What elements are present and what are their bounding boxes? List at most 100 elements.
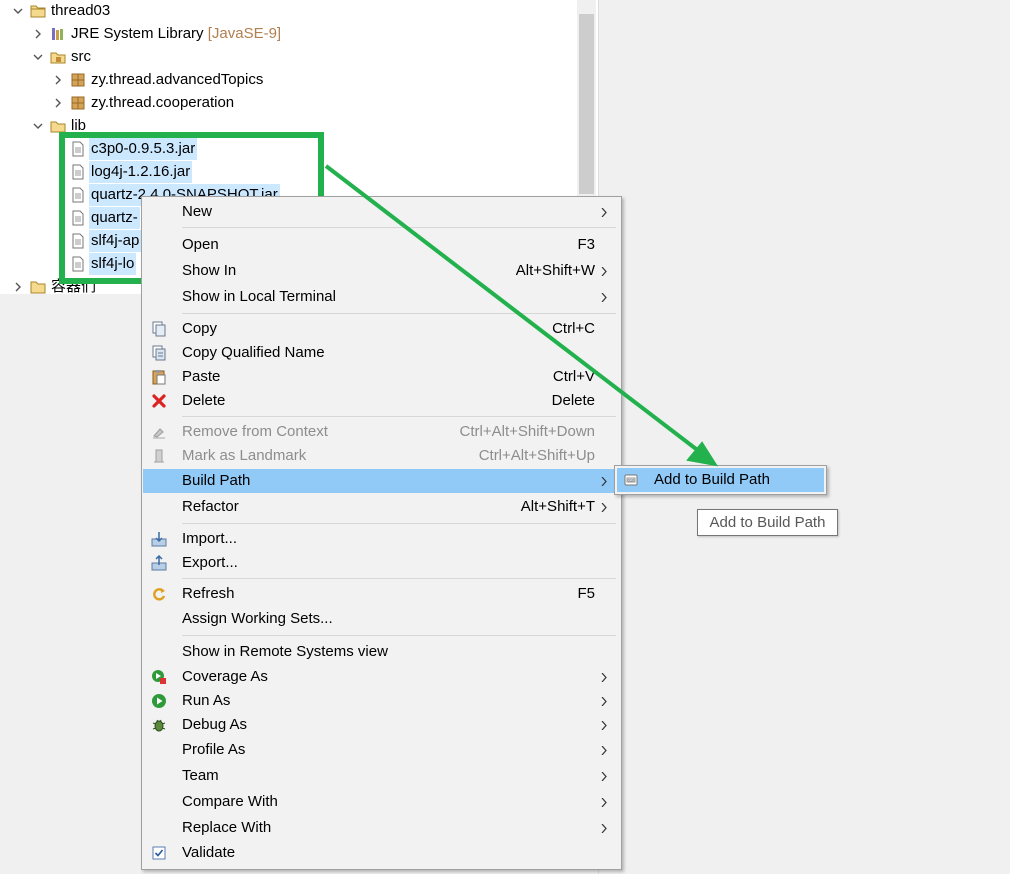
menu-item-refactor[interactable]: Refactor Alt+Shift+T — [143, 495, 620, 519]
library-icon — [52, 28, 63, 40]
delete-icon — [152, 394, 166, 408]
checkbox-checked-icon — [152, 846, 166, 860]
copy-icon — [152, 321, 166, 337]
menu-item-label: Build Path — [182, 472, 251, 489]
chevron-right-icon[interactable] — [11, 276, 25, 294]
scrollbar-thumb[interactable] — [579, 14, 594, 194]
menu-item-shortcut: F3 — [577, 236, 595, 253]
package-icon — [71, 73, 85, 87]
menu-item-show-local-terminal[interactable]: Show in Local Terminal — [143, 285, 620, 309]
context-menu: New Open F3 Show In Alt+Shift+W Show in … — [141, 196, 622, 870]
menu-item-label: Show in Remote Systems view — [182, 643, 388, 660]
menu-item-copy-qualified-name[interactable]: Copy Qualified Name — [143, 341, 620, 365]
editor-area — [598, 0, 1010, 874]
menu-item-label: Debug As — [182, 716, 248, 733]
menu-item-export[interactable]: Export... — [143, 551, 620, 575]
menu-item-shortcut: Ctrl+Alt+Shift+Up — [478, 447, 595, 464]
tree-item-jre[interactable]: JRE System Library [JavaSE-9] — [0, 23, 560, 45]
tree-item-label: zy.thread.cooperation — [91, 94, 235, 111]
remove-context-icon — [153, 428, 165, 439]
chevron-right-icon — [600, 495, 610, 519]
jre-version-decoration: [JavaSE-9] — [207, 25, 282, 42]
menu-item-label: Refresh — [182, 585, 235, 602]
menu-separator — [182, 227, 616, 228]
tree-item-package[interactable]: zy.thread.advancedTopics — [0, 69, 560, 91]
chevron-right-icon — [600, 790, 610, 814]
chevron-right-icon[interactable] — [31, 23, 45, 45]
import-icon — [151, 532, 167, 547]
menu-item-label: New — [182, 203, 213, 220]
copy-qualified-icon — [152, 345, 166, 361]
debug-bug-icon — [152, 719, 166, 732]
menu-item-label: Export... — [182, 554, 238, 571]
chevron-right-icon — [600, 713, 610, 737]
chevron-down-icon[interactable] — [31, 46, 45, 68]
chevron-right-icon — [600, 665, 610, 689]
menu-item-shortcut: Alt+Shift+T — [520, 498, 595, 515]
tree-item-src[interactable]: src — [0, 46, 560, 68]
menu-item-assign-working-sets[interactable]: Assign Working Sets... — [143, 607, 620, 631]
chevron-right-icon — [600, 764, 610, 788]
chevron-right-icon — [600, 816, 610, 840]
menu-item-label: Validate — [182, 844, 236, 861]
menu-item-label: Replace With — [182, 819, 272, 836]
menu-item-refresh[interactable]: Refresh F5 — [143, 582, 620, 606]
menu-item-shortcut: Alt+Shift+W — [515, 262, 595, 279]
menu-item-copy[interactable]: Copy Ctrl+C — [143, 317, 620, 341]
svg-text:010: 010 — [628, 478, 635, 483]
chevron-right-icon — [600, 285, 610, 309]
menu-item-label: Assign Working Sets... — [182, 610, 333, 627]
menu-item-build-path[interactable]: Build Path — [143, 469, 620, 493]
menu-item-mark-as-landmark[interactable]: Mark as Landmark Ctrl+Alt+Shift+Up — [143, 444, 620, 468]
tree-item-thread03[interactable]: thread03 — [0, 0, 560, 22]
chevron-right-icon[interactable] — [51, 69, 65, 91]
menu-item-show-in[interactable]: Show In Alt+Shift+W — [143, 259, 620, 283]
tree-item-label: zy.thread.advancedTopics — [91, 71, 264, 88]
chevron-down-icon[interactable] — [11, 0, 25, 22]
package-icon — [71, 96, 85, 110]
menu-item-remove-from-context[interactable]: Remove from Context Ctrl+Alt+Shift+Down — [143, 420, 620, 444]
menu-item-label: Show In — [182, 262, 237, 279]
submenu-item-add-to-build-path[interactable]: 010 Add to Build Path — [617, 468, 824, 492]
menu-item-compare-with[interactable]: Compare With — [143, 790, 620, 814]
menu-item-validate[interactable]: Validate — [143, 841, 620, 865]
source-folder-icon — [50, 52, 66, 64]
menu-item-coverage-as[interactable]: Coverage As — [143, 665, 620, 689]
menu-item-label: Remove from Context — [182, 423, 328, 440]
menu-item-replace-with[interactable]: Replace With — [143, 816, 620, 840]
menu-item-shortcut: F5 — [577, 585, 595, 602]
menu-item-label: Show in Local Terminal — [182, 288, 336, 305]
chevron-down-icon[interactable] — [31, 115, 45, 137]
menu-item-label: Delete — [182, 392, 226, 409]
submenu-item-label: Add to Build Path — [654, 471, 770, 488]
menu-item-new[interactable]: New — [143, 200, 620, 224]
paste-icon — [152, 370, 166, 385]
menu-item-label: Team — [182, 767, 219, 784]
menu-item-delete[interactable]: Delete Delete — [143, 389, 620, 413]
menu-item-shortcut: Ctrl+V — [552, 368, 595, 385]
tree-item-package[interactable]: zy.thread.cooperation — [0, 92, 560, 114]
coverage-icon — [152, 670, 166, 684]
menu-item-import[interactable]: Import... — [143, 527, 620, 551]
menu-item-label: Refactor — [182, 498, 239, 515]
tree-item-label: src — [71, 48, 91, 65]
refresh-icon — [153, 588, 166, 601]
export-icon — [151, 555, 167, 571]
project-folder-icon — [30, 281, 46, 294]
tooltip: Add to Build Path — [697, 509, 838, 536]
chevron-right-icon — [600, 738, 610, 762]
chevron-right-icon — [600, 259, 610, 283]
menu-item-debug-as[interactable]: Debug As — [143, 713, 620, 737]
menu-item-label: Import... — [182, 530, 238, 547]
menu-item-paste[interactable]: Paste Ctrl+V — [143, 365, 620, 389]
menu-item-run-as[interactable]: Run As — [143, 689, 620, 713]
menu-item-show-remote-systems[interactable]: Show in Remote Systems view — [143, 640, 620, 664]
build-path-submenu: 010 Add to Build Path — [614, 465, 827, 495]
menu-item-team[interactable]: Team — [143, 764, 620, 788]
menu-item-profile-as[interactable]: Profile As — [143, 738, 620, 762]
chevron-right-icon[interactable] — [51, 92, 65, 114]
menu-item-label: Open — [182, 236, 219, 253]
menu-item-open[interactable]: Open F3 — [143, 233, 620, 257]
landmark-icon — [154, 449, 164, 463]
chevron-right-icon — [600, 200, 610, 224]
